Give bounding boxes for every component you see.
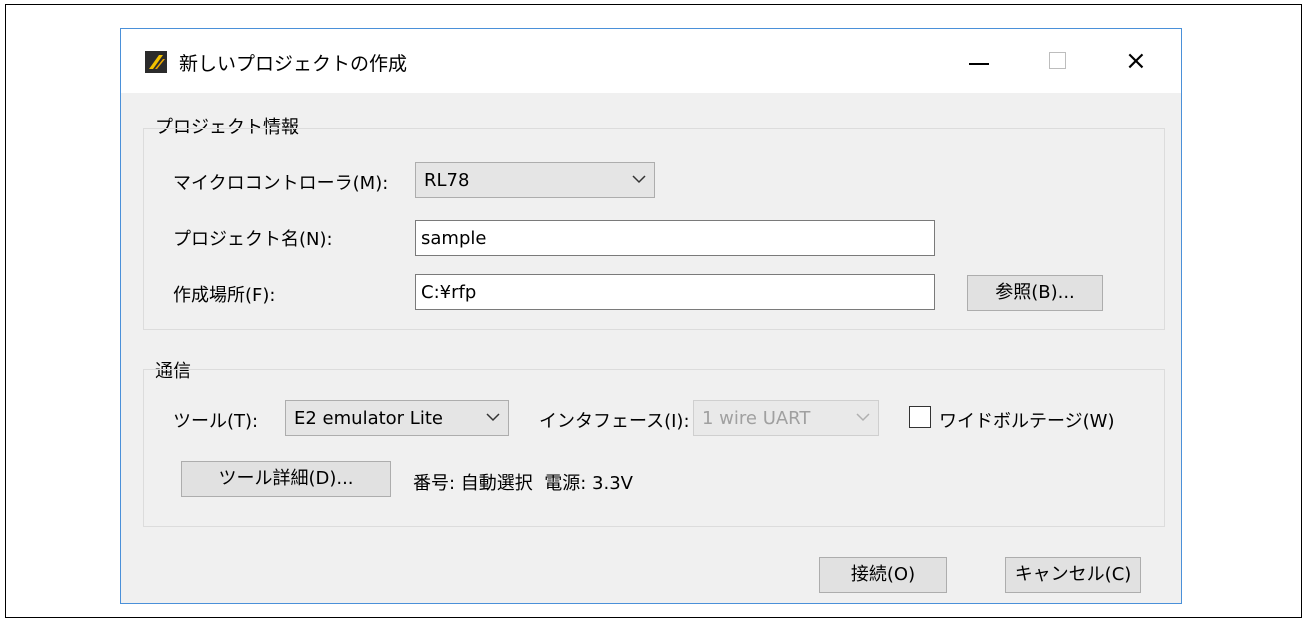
interface-select[interactable]: 1 wire UART [693,400,879,436]
project-name-label: プロジェクト名(N): [173,229,333,250]
tool-value: E2 emulator Lite [294,408,443,429]
wide-voltage-checkbox[interactable] [909,406,931,428]
close-button[interactable]: × [1099,29,1179,93]
tool-label: ツール(T): [173,411,259,432]
tool-details-button[interactable]: ツール詳細(D)... [181,461,391,497]
microcontroller-select[interactable]: RL78 [415,162,655,198]
project-name-value: sample [421,228,487,249]
project-name-input[interactable]: sample [415,220,935,256]
interface-value: 1 wire UART [702,408,811,429]
interface-label: インタフェース(I): [539,411,690,432]
new-project-dialog: 新しいプロジェクトの作成 × プロジェクト情報 マイクロコントローラ(M): R… [120,28,1182,604]
maximize-button[interactable] [1019,29,1099,93]
chevron-down-icon [856,413,870,422]
chevron-down-icon [486,413,500,422]
tool-select[interactable]: E2 emulator Lite [285,400,509,436]
wide-voltage-label[interactable]: ワイドボルテージ(W) [939,407,1114,433]
location-input[interactable]: C:¥rfp [415,274,935,310]
app-logo-icon [145,51,167,73]
location-value: C:¥rfp [421,282,477,303]
minimize-button[interactable] [939,29,1019,93]
title-bar[interactable]: 新しいプロジェクトの作成 × [121,29,1181,93]
minimize-icon [969,63,989,65]
location-label: 作成場所(F): [173,285,276,306]
communication-group [143,369,1165,527]
microcontroller-value: RL78 [424,170,470,191]
connect-button[interactable]: 接続(O) [819,557,947,593]
browse-button[interactable]: 参照(B)... [967,275,1103,311]
maximize-icon [1049,52,1066,69]
close-icon: × [1125,46,1147,76]
cancel-button[interactable]: キャンセル(C) [1005,557,1141,593]
chevron-down-icon [632,175,646,184]
tool-status-text: 番号: 自動選択 電源: 3.3V [413,473,633,494]
dialog-title: 新しいプロジェクトの作成 [179,53,408,75]
microcontroller-label: マイクロコントローラ(M): [173,173,389,194]
